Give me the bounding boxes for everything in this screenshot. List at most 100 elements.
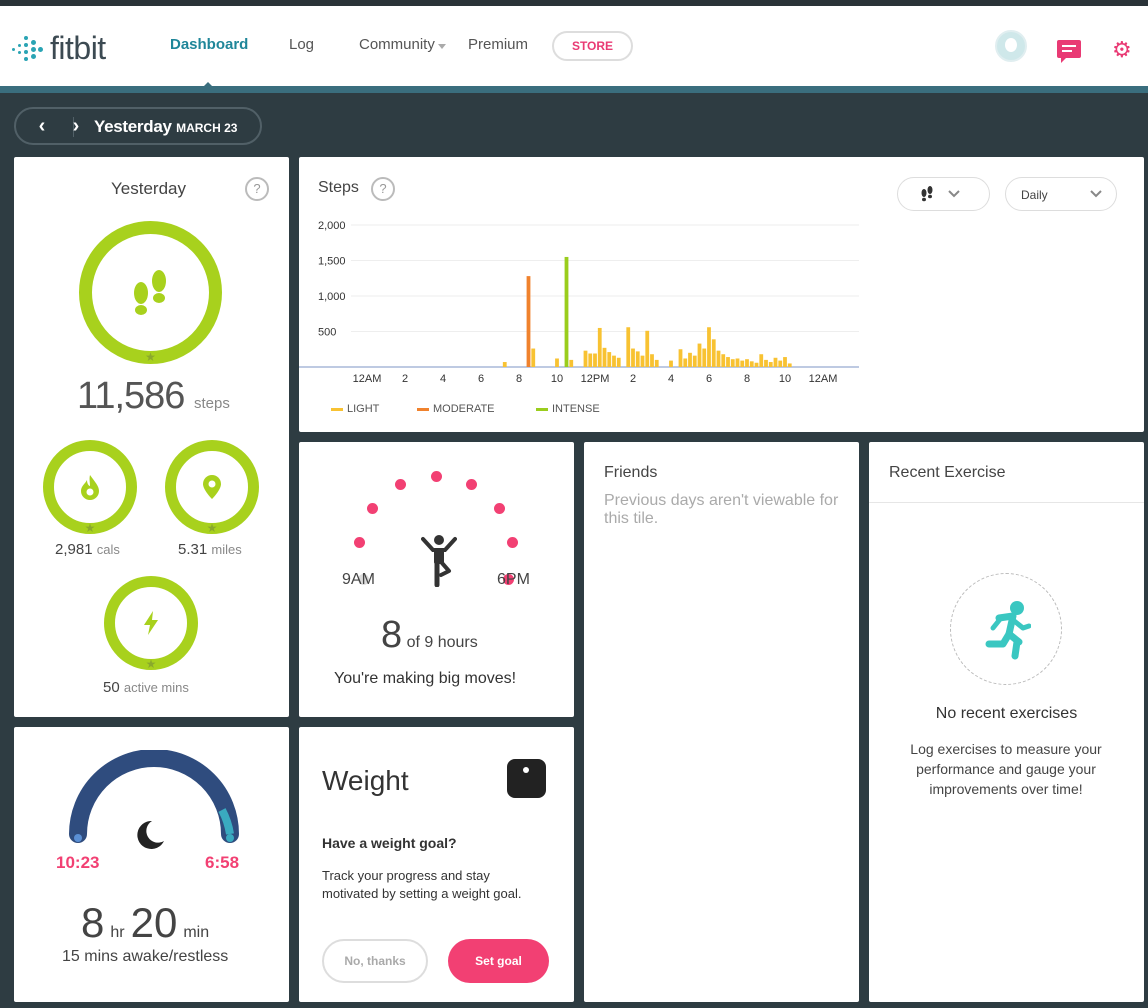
legend-moderate: MODERATE: [417, 403, 495, 415]
step-bar: [764, 359, 768, 367]
logo-wordmark: fitbit: [50, 30, 106, 66]
nav-community[interactable]: Community: [359, 36, 435, 53]
friends-title: Friends: [604, 464, 658, 481]
metric-select[interactable]: [897, 177, 990, 211]
step-bar: [759, 354, 764, 367]
x-tick-label: 10: [779, 373, 791, 385]
step-bar: [607, 352, 612, 367]
friends-tile: Friends Previous days aren't viewable fo…: [584, 442, 859, 1002]
weight-body: Track your progress and stay motivated b…: [322, 868, 522, 901]
period-select[interactable]: Daily: [1005, 177, 1117, 211]
message-icon[interactable]: [1057, 40, 1081, 63]
nav-accent-bar: [0, 86, 1148, 93]
sleep-hours-unit: hr: [110, 924, 125, 941]
sleep-minutes-unit: min: [183, 924, 210, 941]
hourly-count-number: 8: [381, 614, 403, 656]
x-tick-label: 10: [551, 373, 563, 385]
x-tick-label: 6: [478, 373, 484, 385]
sleep-end-time: 6:58: [205, 853, 240, 872]
y-tick-label: 2,000: [318, 220, 346, 232]
step-bar: [740, 360, 745, 367]
sleep-duration: 8 hr 20 min: [81, 899, 209, 947]
step-bar: [526, 276, 531, 367]
step-bar: [783, 357, 787, 367]
exercise-message: Log exercises to measure your performanc…: [910, 741, 1102, 797]
x-tick-label: 6: [706, 373, 712, 385]
sleep-start-time: 10:23: [56, 853, 100, 872]
goal-star-icon: ★: [145, 350, 156, 364]
distance-ring[interactable]: ★: [165, 440, 259, 535]
nav-log[interactable]: Log: [289, 36, 314, 53]
y-tick-label: 500: [318, 327, 336, 339]
chevron-down-icon: [948, 190, 960, 198]
friends-message: Previous days aren't viewable for this t…: [604, 492, 839, 527]
y-tick-label: 1,500: [318, 256, 346, 268]
calories-ring[interactable]: ★: [43, 440, 137, 535]
x-tick-label: 2: [402, 373, 408, 385]
hour-dot: [367, 503, 379, 515]
x-tick-label: 8: [744, 373, 750, 385]
exercise-heading: No recent exercises: [935, 705, 1078, 722]
divider: [869, 502, 1144, 503]
step-bar: [626, 327, 631, 367]
flame-icon: [81, 475, 99, 500]
calories-value: 2,981 cals: [55, 541, 120, 558]
active-minutes-ring[interactable]: ★: [104, 576, 198, 671]
fitbit-dots-icon: [10, 34, 44, 64]
goal-star-icon: ★: [84, 521, 96, 535]
help-icon[interactable]: ?: [371, 177, 395, 201]
nav-dashboard[interactable]: Dashboard: [170, 36, 248, 53]
gear-icon[interactable]: ⚙: [1112, 39, 1132, 61]
step-bar: [669, 360, 673, 367]
weight-tile: Weight Have a weight goal? Track your pr…: [299, 727, 574, 1002]
step-bar: [688, 352, 692, 367]
step-bar: [588, 353, 593, 367]
no-thanks-button[interactable]: No, thanks: [322, 939, 428, 983]
step-bar: [602, 347, 607, 367]
goal-star-icon: ★: [145, 657, 157, 671]
scale-icon: [507, 759, 546, 798]
set-goal-button[interactable]: Set goal: [448, 939, 549, 983]
hourly-message: You're making big moves!: [334, 670, 517, 687]
distance-number: 5.31: [178, 541, 208, 558]
store-button[interactable]: STORE: [552, 31, 633, 61]
exercise-icon-circle: [950, 573, 1062, 685]
location-pin-icon: [203, 475, 221, 499]
step-bar: [597, 327, 602, 367]
step-bar: [768, 362, 773, 367]
x-tick-label: 12PM: [581, 373, 610, 385]
lightning-bolt-icon: [144, 611, 158, 635]
top-nav: fitbit Dashboard Log Community Premium S…: [0, 6, 1148, 92]
legend-intense: INTENSE: [536, 403, 600, 415]
step-bar: [778, 360, 783, 367]
next-day-icon[interactable]: ›: [66, 115, 86, 138]
footprints-icon: [133, 269, 166, 315]
hourly-count-of: of 9 hours: [406, 634, 478, 651]
summary-title: Yesterday: [111, 179, 186, 198]
avatar[interactable]: [995, 30, 1027, 62]
fitbit-logo[interactable]: fitbit: [10, 30, 106, 67]
x-tick-label: 12AM: [353, 373, 382, 385]
chevron-down-icon: [438, 44, 446, 49]
distance-value: 5.31 miles: [178, 541, 242, 558]
step-bar: [745, 359, 749, 367]
hour-dot: [354, 537, 366, 549]
legend-light-label: LIGHT: [347, 403, 380, 415]
prev-day-icon[interactable]: ‹: [32, 115, 52, 138]
legend-moderate-label: MODERATE: [433, 403, 495, 415]
nav-premium[interactable]: Premium: [468, 36, 528, 53]
steps-value: 11,586 steps: [77, 375, 230, 418]
hourly-activity-tile: 9AM 6PM 8 of 9 hours You're making big m…: [299, 442, 574, 717]
goal-star-icon: ★: [206, 521, 218, 535]
tree-pose-figure-icon: [421, 535, 457, 587]
footprints-icon: [921, 186, 933, 202]
step-bar: [654, 359, 659, 367]
step-bar: [787, 363, 792, 367]
help-icon[interactable]: ?: [245, 177, 269, 201]
step-bar: [531, 348, 536, 367]
step-bar: [564, 256, 569, 367]
steps-ring[interactable]: ★: [79, 221, 222, 364]
legend-intense-swatch: [536, 407, 548, 411]
step-bar: [650, 354, 654, 367]
legend-moderate-swatch: [417, 407, 429, 411]
